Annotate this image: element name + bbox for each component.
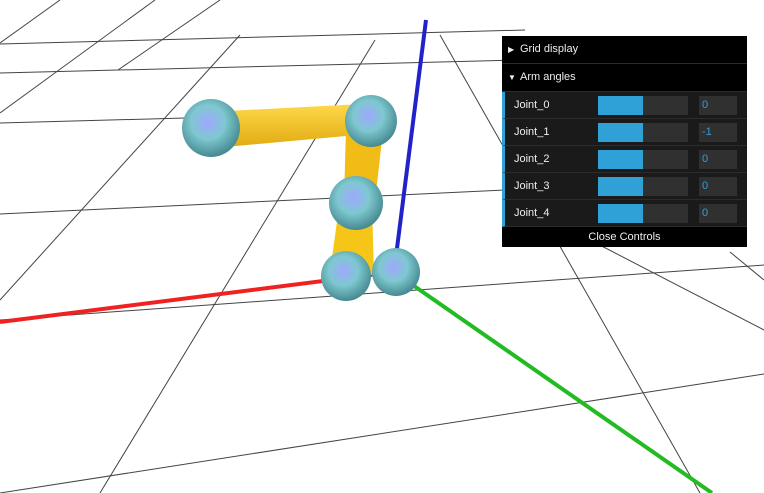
y-axis-line — [392, 19, 428, 273]
controls-panel: ▶ Grid display ▼ Arm angles Joint_0 Join… — [502, 36, 747, 247]
slider-fill — [598, 176, 643, 196]
slider-fill — [598, 203, 643, 223]
control-row-joint-1: Joint_1 — [502, 119, 747, 146]
z-axis-line — [392, 270, 714, 493]
control-label: Joint_4 — [514, 207, 550, 219]
joint-2-slider[interactable] — [598, 149, 688, 169]
control-label: Joint_0 — [514, 99, 550, 111]
control-row-joint-3: Joint_3 — [502, 173, 747, 200]
joint-4-input[interactable] — [699, 203, 737, 223]
folder-arm-angles-label: Arm angles — [520, 71, 576, 83]
joint-4-slider[interactable] — [598, 203, 688, 223]
joint-sphere-4 — [345, 95, 397, 147]
triangle-down-icon: ▼ — [508, 73, 516, 82]
slider-fill — [598, 149, 643, 169]
joint-sphere-2 — [321, 251, 371, 301]
control-row-joint-0: Joint_0 — [502, 92, 747, 119]
joint-sphere-base — [372, 248, 420, 296]
folder-arm-angles[interactable]: ▼ Arm angles — [502, 64, 747, 92]
joint-2-input[interactable] — [699, 149, 737, 169]
joint-0-slider[interactable] — [598, 95, 688, 115]
folder-grid-display[interactable]: ▶ Grid display — [502, 36, 747, 64]
close-controls-button[interactable]: Close Controls — [502, 227, 747, 247]
joint-1-slider[interactable] — [598, 122, 688, 142]
slider-fill — [598, 122, 643, 142]
joint-3-input[interactable] — [699, 176, 737, 196]
control-row-joint-2: Joint_2 — [502, 146, 747, 173]
control-label: Joint_2 — [514, 153, 550, 165]
control-label: Joint_1 — [514, 126, 550, 138]
slider-fill — [598, 95, 643, 115]
control-label: Joint_3 — [514, 180, 550, 192]
joint-sphere-3 — [329, 176, 383, 230]
robot-arm — [182, 95, 420, 301]
folder-grid-display-label: Grid display — [520, 43, 579, 55]
joint-sphere-end — [182, 99, 240, 157]
control-row-joint-4: Joint_4 — [502, 200, 747, 227]
joint-1-input[interactable] — [699, 122, 737, 142]
joint-3-slider[interactable] — [598, 176, 688, 196]
joint-0-input[interactable] — [699, 95, 737, 115]
triangle-right-icon: ▶ — [508, 45, 515, 54]
